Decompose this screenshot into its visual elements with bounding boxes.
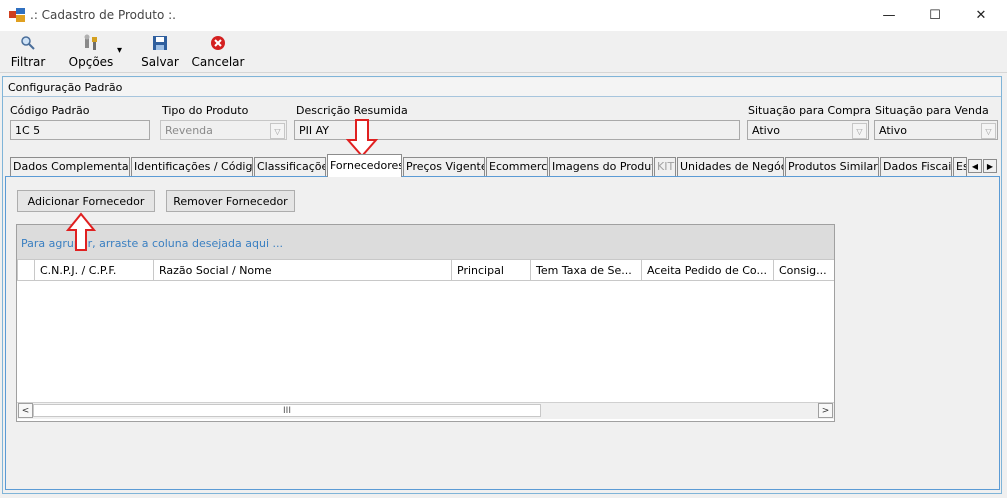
minimize-button[interactable]: — <box>866 0 912 31</box>
annotation-arrow-up-icon <box>66 212 96 251</box>
cancel-icon <box>210 34 226 52</box>
window-bottom-edge <box>0 494 1007 498</box>
tab-dados-fiscais[interactable]: Dados Fiscais <box>880 157 952 176</box>
scroll-right-button[interactable]: > <box>818 403 833 418</box>
tipo-label: Tipo do Produto <box>162 104 249 117</box>
remover-fornecedor-button[interactable]: Remover Fornecedor <box>166 190 295 212</box>
tab-scroll-left-button[interactable]: ◀ <box>968 159 982 173</box>
chevron-down-icon[interactable]: ▽ <box>981 123 996 139</box>
tab-produtos-similares[interactable]: Produtos Similares <box>785 157 879 176</box>
floppy-disk-icon <box>152 34 168 52</box>
column-header-consig[interactable]: Consig... <box>773 260 834 281</box>
tab-scroll-right-button[interactable]: ▶ <box>983 159 997 173</box>
filtrar-button[interactable]: Filtrar <box>8 31 48 73</box>
filtrar-label: Filtrar <box>10 55 46 69</box>
cancelar-label: Cancelar <box>191 55 245 69</box>
column-header-aceita-pedido[interactable]: Aceita Pedido de Co... <box>641 260 773 281</box>
group-by-hint: Para agrupar, arraste a coluna desejada … <box>21 237 283 250</box>
salvar-button[interactable]: Salvar <box>140 31 180 73</box>
annotation-arrow-down-icon <box>346 119 378 158</box>
column-header-tem-taxa[interactable]: Tem Taxa de Se... <box>530 260 641 281</box>
tipo-value: Revenda <box>165 124 213 137</box>
column-header-principal[interactable]: Principal <box>451 260 530 281</box>
tab-fornecedores[interactable]: Fornecedores <box>327 154 402 177</box>
chevron-down-icon[interactable]: ▽ <box>852 123 867 139</box>
tools-icon <box>82 34 100 52</box>
tab-precos-vigentes[interactable]: Preços Vigentes <box>403 157 485 176</box>
venda-value: Ativo <box>879 124 907 137</box>
config-section-title: Configuração Padrão <box>8 81 123 94</box>
config-section-header <box>3 78 1001 97</box>
window-title: .: Cadastro de Produto :. <box>30 8 176 22</box>
compra-value: Ativo <box>752 124 780 137</box>
opcoes-label: Opções <box>68 55 114 69</box>
grid-row-indicator-header <box>17 260 34 281</box>
tab-es[interactable]: Es <box>953 157 967 176</box>
maximize-button[interactable]: ☐ <box>912 0 958 31</box>
chevron-down-icon[interactable]: ▽ <box>270 123 285 139</box>
opcoes-dropdown-icon[interactable]: ▾ <box>117 45 122 56</box>
column-header-cnpj[interactable]: C.N.P.J. / C.P.F. <box>34 260 153 281</box>
opcoes-button[interactable]: Opções <box>66 31 116 73</box>
cancelar-button[interactable]: Cancelar <box>192 31 244 73</box>
compra-label: Situação para Compra <box>748 104 871 117</box>
tab-kit[interactable]: KIT <box>654 157 676 176</box>
codigo-label: Código Padrão <box>10 104 90 117</box>
tab-identificacoes-codigos[interactable]: Identificações / Códigos <box>131 157 253 176</box>
app-icon <box>9 8 25 22</box>
magnifier-icon <box>20 34 36 52</box>
venda-select[interactable]: Ativo ▽ <box>874 120 998 140</box>
salvar-label: Salvar <box>141 55 179 69</box>
tab-ecommerce[interactable]: Ecommerce <box>486 157 548 176</box>
tab-dados-complementares[interactable]: Dados Complementares <box>10 157 130 176</box>
close-button[interactable]: ✕ <box>958 0 1004 31</box>
scroll-thumb[interactable]: III <box>33 404 541 417</box>
column-header-razao-social[interactable]: Razão Social / Nome <box>153 260 451 281</box>
codigo-field[interactable]: 1C 5 <box>10 120 150 140</box>
tab-unidades-de-negocio[interactable]: Unidades de Negócio <box>677 157 784 176</box>
tab-classificacoes[interactable]: Classificações <box>254 157 326 176</box>
tab-imagens-do-produto[interactable]: Imagens do Produto <box>549 157 653 176</box>
descricao-label: Descrição Resumida <box>296 104 408 117</box>
scroll-left-button[interactable]: < <box>18 403 33 418</box>
compra-select[interactable]: Ativo ▽ <box>747 120 869 140</box>
venda-label: Situação para Venda <box>875 104 989 117</box>
tipo-select[interactable]: Revenda ▽ <box>160 120 287 140</box>
adicionar-fornecedor-button[interactable]: Adicionar Fornecedor <box>17 190 155 212</box>
